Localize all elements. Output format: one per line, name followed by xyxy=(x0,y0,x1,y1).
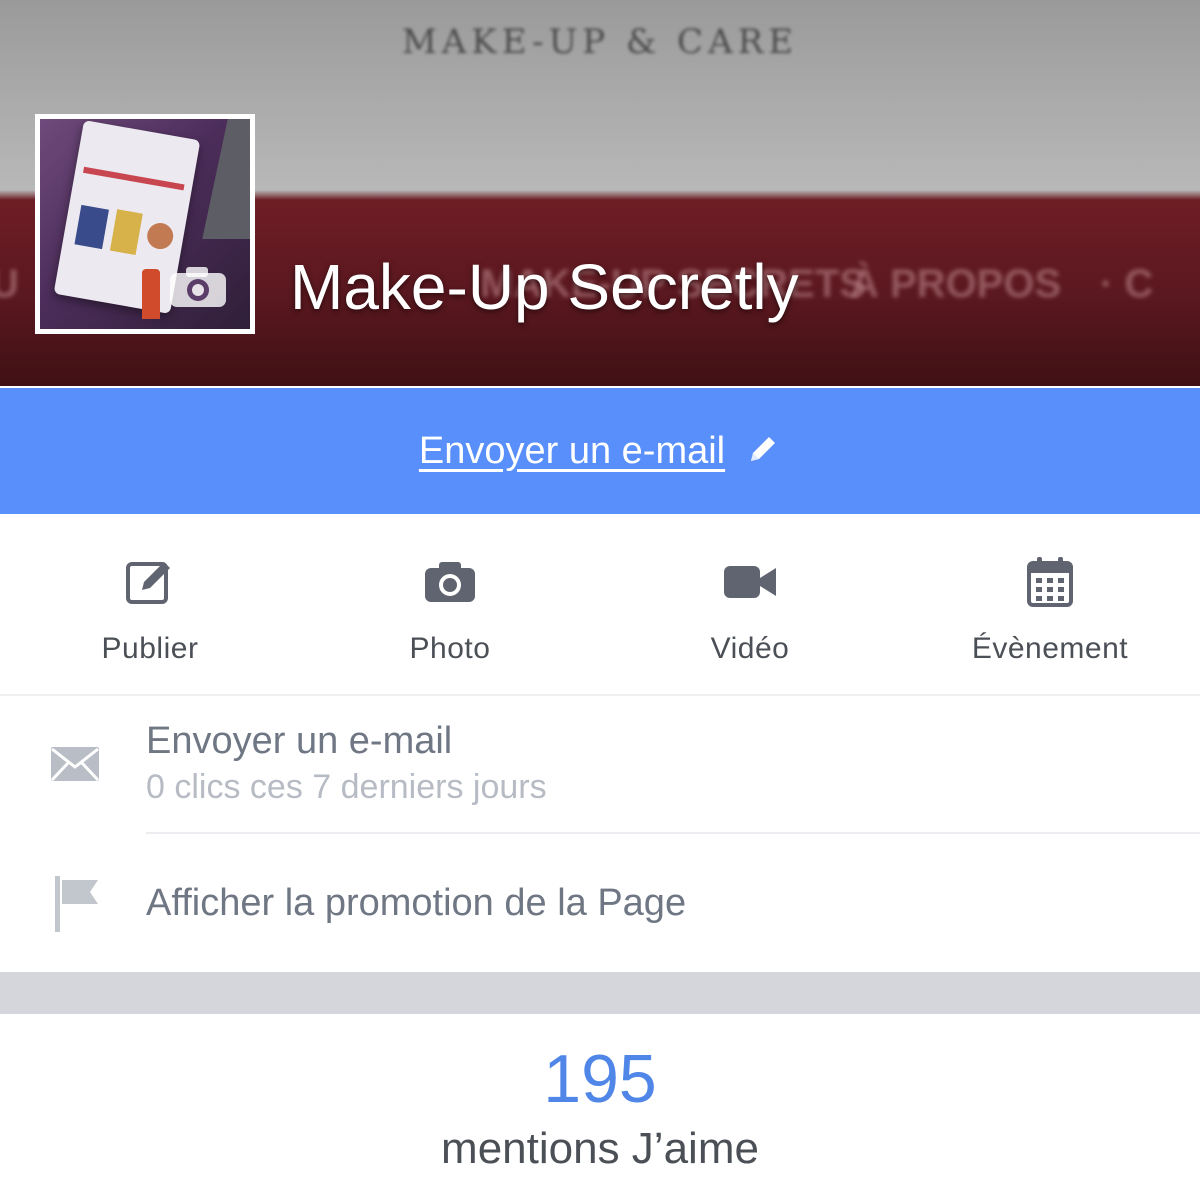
cover-nav-left: U xyxy=(0,262,19,306)
video-button[interactable]: Vidéo xyxy=(600,514,900,694)
likes-count[interactable]: 195 xyxy=(0,1040,1200,1118)
likes-label: mentions J’aime xyxy=(441,1124,759,1173)
email-row-subtitle: 0 clics ces 7 derniers jours xyxy=(146,768,547,806)
cta-bar: Envoyer un e-mail xyxy=(0,388,1200,514)
promotion-row[interactable]: Afficher la promotion de la Page xyxy=(0,834,1200,970)
email-row-title: Envoyer un e-mail xyxy=(146,720,453,762)
flag-icon xyxy=(52,874,102,939)
profile-picture[interactable] xyxy=(35,114,255,334)
compose-icon xyxy=(124,554,176,610)
pencil-icon[interactable] xyxy=(745,431,781,472)
envelope-icon xyxy=(50,746,100,787)
lipstick-graphic xyxy=(142,269,160,319)
cover-nav-far-right: · C xyxy=(1100,262,1154,306)
camera-icon xyxy=(423,554,477,610)
section-separator xyxy=(0,972,1200,1014)
laptop-graphic xyxy=(202,119,250,239)
cover-banner-text: MAKE-UP & CARE xyxy=(401,22,799,62)
cta-email-link[interactable]: Envoyer un e-mail xyxy=(419,430,725,473)
photo-label: Photo xyxy=(409,632,491,665)
publish-label: Publier xyxy=(101,632,199,665)
email-row[interactable]: Envoyer un e-mail 0 clics ces 7 derniers… xyxy=(0,696,1200,832)
calendar-icon xyxy=(1026,554,1074,610)
publish-button[interactable]: Publier xyxy=(0,514,300,694)
cover-photo[interactable]: MAKE-UP & CARE U MAKE-UP SECRETS À PROPO… xyxy=(0,0,1200,386)
camera-icon[interactable] xyxy=(168,263,228,309)
photo-button[interactable]: Photo xyxy=(300,514,600,694)
video-label: Vidéo xyxy=(710,632,790,665)
page-title: Make-Up Secretly xyxy=(290,251,799,323)
action-bar: Publier Photo Vidéo Évènement xyxy=(0,514,1200,696)
cover-nav-right: À PROPOS xyxy=(850,262,1062,306)
event-button[interactable]: Évènement xyxy=(900,514,1200,694)
promotion-row-title: Afficher la promotion de la Page xyxy=(146,882,687,924)
video-icon xyxy=(722,554,778,610)
event-label: Évènement xyxy=(971,632,1129,665)
